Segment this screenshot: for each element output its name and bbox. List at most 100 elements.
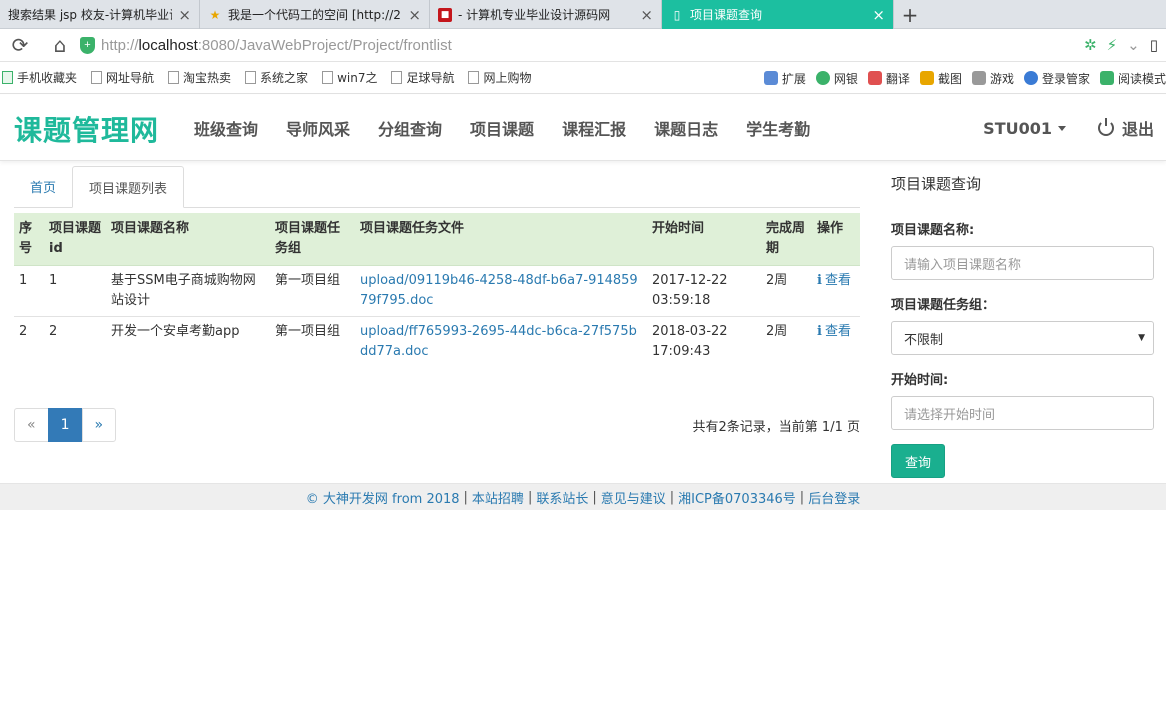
bookmark-football[interactable]: 足球导航 bbox=[391, 69, 454, 86]
nav-course-report[interactable]: 课程汇报 bbox=[548, 116, 640, 140]
footer-copyright[interactable]: © 大神开发网 from 2018 bbox=[306, 488, 460, 507]
reload-icon[interactable]: ⟳ bbox=[0, 29, 40, 62]
address-bar: ⟳ ⌂ + http://localhost:8080/JavaWebProje… bbox=[0, 29, 1166, 62]
bookmark-nav[interactable]: 网址导航 bbox=[91, 69, 154, 86]
page-1-button[interactable]: 1 bbox=[47, 408, 83, 442]
footer-admin-link[interactable]: 后台登录 bbox=[808, 488, 860, 507]
reader-mode-button[interactable]: 阅读模式 bbox=[1099, 70, 1166, 87]
browser-tab-strip: 搜索结果 jsp 校友-计算机毕业设 × ★ 我是一个代码工的空间 [http:… bbox=[0, 0, 1166, 29]
pagination: « 1 » bbox=[14, 408, 117, 442]
browser-tab-space[interactable]: ★ 我是一个代码工的空间 [http://2 × bbox=[200, 0, 430, 29]
bookmark-label: 网上购物 bbox=[483, 71, 532, 85]
bookmark-label: 手机收藏夹 bbox=[17, 71, 78, 85]
toolbar-label: 网银 bbox=[833, 71, 858, 86]
file-link[interactable]: upload/09119b46-4258-48df-b6a7-91485979f… bbox=[360, 273, 638, 308]
toolbar-label: 游戏 bbox=[989, 71, 1014, 86]
toolbar-label: 登录管家 bbox=[1041, 71, 1090, 86]
logout-button[interactable]: 退出 bbox=[1097, 95, 1154, 161]
view-button[interactable]: i 查看 bbox=[817, 324, 851, 339]
cell-action: i 查看 bbox=[812, 316, 860, 367]
close-icon[interactable]: × bbox=[872, 6, 885, 24]
browser-tab-title: 项目课题查询 bbox=[690, 8, 763, 22]
nav-project-log[interactable]: 课题日志 bbox=[640, 116, 732, 140]
toolbar-label: 翻译 bbox=[885, 71, 910, 86]
close-icon[interactable]: × bbox=[178, 6, 191, 24]
scissors-icon bbox=[919, 71, 934, 85]
cell-period: 2周 bbox=[761, 316, 812, 367]
nav-projects[interactable]: 项目课题 bbox=[456, 116, 548, 140]
col-id: 项目课题id bbox=[44, 213, 106, 266]
chevron-down-icon[interactable]: ⌄ bbox=[1127, 36, 1140, 54]
file-link[interactable]: upload/ff765993-2695-44dc-b6ca-27f575bdd… bbox=[360, 324, 637, 359]
url-prefix: http:// bbox=[101, 36, 139, 54]
search-panel: 项目课题查询 项目课题名称: 请输入项目课题名称 项目课题任务组： 不限制 ▼ … bbox=[891, 166, 1154, 478]
col-action: 操作 bbox=[812, 213, 860, 266]
close-icon[interactable]: × bbox=[640, 6, 653, 24]
user-menu[interactable]: STU001 bbox=[983, 95, 1066, 161]
lightning-icon[interactable]: ⚡ bbox=[1107, 36, 1118, 54]
bookmark-label: win7之 bbox=[337, 71, 378, 85]
browser-tab-search[interactable]: 搜索结果 jsp 校友-计算机毕业设 × bbox=[0, 0, 200, 29]
footer-contact-link[interactable]: 联系站长 bbox=[536, 488, 588, 507]
bookmark-taobao[interactable]: 淘宝热卖 bbox=[168, 69, 231, 86]
nav-group-query[interactable]: 分组查询 bbox=[364, 116, 456, 140]
bank-button[interactable]: 网银 bbox=[815, 70, 858, 87]
query-button[interactable]: 查询 bbox=[891, 444, 945, 478]
new-tab-button[interactable]: + bbox=[894, 0, 926, 29]
cell-start-time: 2017-12-22 03:59:18 bbox=[647, 265, 761, 317]
tab-home[interactable]: 首页 bbox=[14, 165, 72, 207]
bookmark-shopping[interactable]: 网上购物 bbox=[468, 69, 531, 86]
bookmark-icon bbox=[322, 71, 334, 84]
phone-icon[interactable]: ▯ bbox=[1150, 36, 1158, 54]
toolbar-label: 扩展 bbox=[781, 71, 806, 86]
bookmark-icon bbox=[168, 71, 180, 84]
home-icon[interactable]: ⌂ bbox=[40, 29, 80, 62]
tab-project-list[interactable]: 项目课题列表 bbox=[72, 166, 185, 208]
close-icon[interactable]: × bbox=[408, 6, 421, 24]
bookmark-mobile[interactable]: 手机收藏夹 bbox=[2, 69, 77, 86]
cell-group: 第一项目组 bbox=[270, 316, 355, 367]
content-tabs: 首页 项目课题列表 bbox=[14, 166, 860, 208]
dropdown-arrow-icon: ▼ bbox=[1138, 333, 1145, 343]
login-manager-button[interactable]: 登录管家 bbox=[1023, 70, 1090, 87]
bookmark-system[interactable]: 系统之家 bbox=[245, 69, 308, 86]
col-file: 项目课题任务文件 bbox=[355, 213, 647, 266]
games-button[interactable]: 游戏 bbox=[971, 70, 1014, 87]
next-page-button[interactable]: » bbox=[81, 408, 117, 442]
footer-icp-link[interactable]: 湘ICP备0703346号 bbox=[678, 488, 796, 507]
nav-class-query[interactable]: 班级查询 bbox=[180, 116, 272, 140]
info-icon: i bbox=[817, 273, 822, 288]
bookmark-icon bbox=[91, 71, 103, 84]
browser-tab-active[interactable]: ▯ 项目课题查询 × bbox=[662, 0, 894, 29]
footer-feedback-link[interactable]: 意见与建议 bbox=[601, 488, 666, 507]
site-logo[interactable]: 课题管理网 bbox=[14, 109, 159, 149]
url-path: :8080/JavaWebProject/Project/frontlist bbox=[197, 36, 452, 54]
address-bar-tools: ✲ ⚡ ⌄ ▯ bbox=[1084, 36, 1166, 54]
logout-label: 退出 bbox=[1121, 120, 1154, 139]
extensions-button[interactable]: 扩展 bbox=[763, 70, 806, 87]
search-panel-title: 项目课题查询 bbox=[891, 175, 982, 193]
username: STU001 bbox=[983, 118, 1052, 138]
prev-page-button[interactable]: « bbox=[14, 408, 49, 442]
gear-icon[interactable]: ✲ bbox=[1084, 36, 1097, 54]
cell-seq: 1 bbox=[14, 265, 44, 317]
bookmark-win7[interactable]: win7之 bbox=[322, 69, 377, 86]
cell-action: i 查看 bbox=[812, 265, 860, 317]
col-group: 项目课题任务组 bbox=[270, 213, 355, 266]
start-time-label: 开始时间: bbox=[891, 373, 949, 388]
bookmark-icon bbox=[468, 71, 480, 84]
footer-jobs-link[interactable]: 本站招聘 bbox=[472, 488, 524, 507]
toolbar-label: 截图 bbox=[937, 71, 962, 86]
toolbar-label: 阅读模式 bbox=[1117, 71, 1166, 86]
view-button[interactable]: i 查看 bbox=[817, 273, 851, 288]
browser-tab-source[interactable]: ■ - 计算机专业毕业设计源码网 × bbox=[430, 0, 662, 29]
start-time-input[interactable]: 请选择开始时间 bbox=[891, 396, 1154, 430]
task-group-select[interactable]: 不限制 ▼ bbox=[891, 321, 1154, 355]
nav-mentors[interactable]: 导师风采 bbox=[272, 116, 364, 140]
book-icon bbox=[1099, 71, 1114, 85]
nav-attendance[interactable]: 学生考勤 bbox=[732, 116, 824, 140]
screenshot-button[interactable]: 截图 bbox=[919, 70, 962, 87]
translate-button[interactable]: 翻译 bbox=[867, 70, 910, 87]
url-field[interactable]: + http://localhost:8080/JavaWebProject/P… bbox=[80, 29, 1084, 62]
project-name-input[interactable]: 请输入项目课题名称 bbox=[891, 246, 1154, 280]
